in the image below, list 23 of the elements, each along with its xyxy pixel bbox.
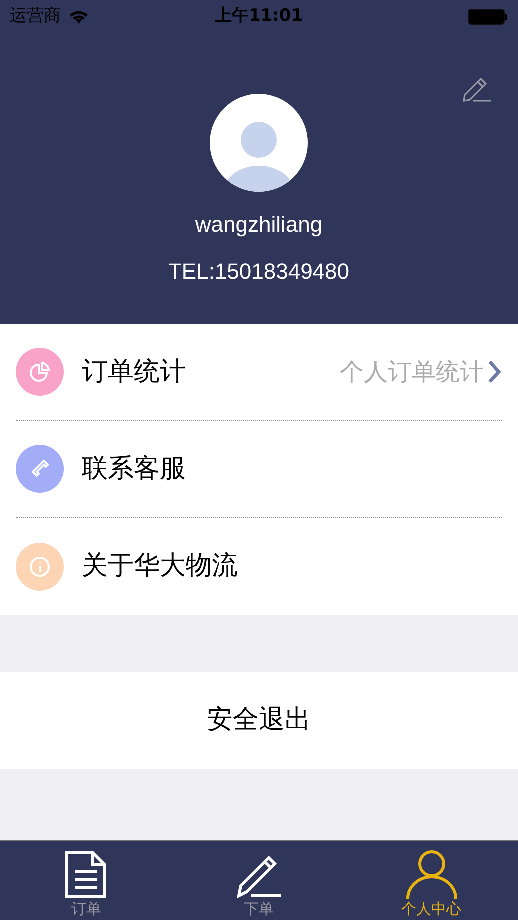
clock-time: 上午11:01 <box>214 5 304 28</box>
pie-chart-icon <box>29 361 51 383</box>
phone-number: TEL:15018349480 <box>168 258 350 286</box>
menu-label: 联系客服 <box>82 452 186 486</box>
wifi-icon <box>69 10 89 24</box>
tab[interactable]: 订单 <box>0 841 173 920</box>
menu-detail: 个人订单统计 <box>340 357 484 388</box>
menu-label: 订单统计 <box>82 356 186 388</box>
username: wangzhiliang <box>195 211 323 239</box>
info-icon <box>29 556 51 578</box>
chevron-right-icon <box>488 360 502 384</box>
battery-icon <box>468 9 508 25</box>
menu-item[interactable]: 关于华大物流 <box>16 518 502 615</box>
tab[interactable]: 下单 <box>172 841 346 920</box>
menu-item[interactable]: 联系客服 <box>16 421 502 518</box>
carrier-name: 运营商 <box>10 5 61 28</box>
person-icon <box>406 850 458 900</box>
phone-icon <box>29 458 51 480</box>
document-icon <box>64 850 108 900</box>
menu-item[interactable]: 订单统计 个人订单统计 <box>16 324 502 421</box>
menu-label: 关于华大物流 <box>82 550 238 583</box>
tab[interactable]: 个人中心 <box>345 841 518 920</box>
logout-button[interactable]: 安全退出 <box>0 672 518 769</box>
